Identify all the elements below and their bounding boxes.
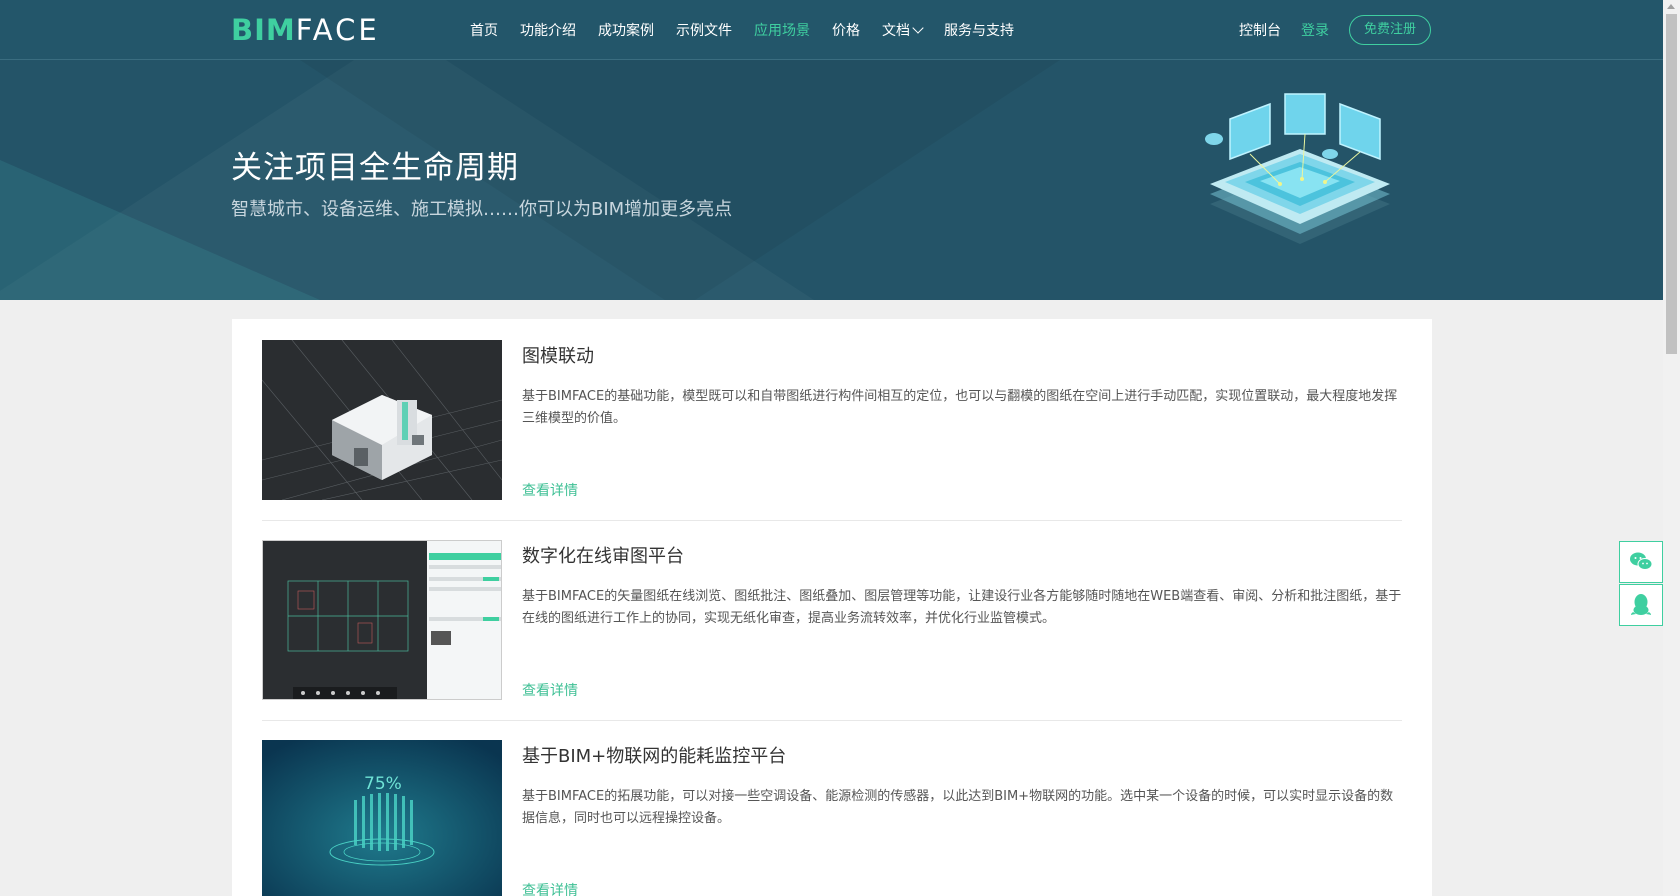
- top-navbar: BIM FACE 首页 功能介绍 成功案例 示例文件 应用场景 价格 文档 服务与…: [0, 0, 1663, 60]
- drawing-review-image: [263, 541, 501, 699]
- scenario-thumbnail[interactable]: [262, 540, 502, 700]
- wechat-button[interactable]: [1619, 541, 1663, 583]
- nav-item-samples[interactable]: 示例文件: [676, 20, 732, 40]
- scenario-description: 基于BIMFACE的拓展功能，可以对接一些空调设备、能源检测的传感器，以此达到B…: [522, 789, 1394, 826]
- scenario-thumbnail[interactable]: [262, 340, 502, 500]
- scenario-title[interactable]: 基于BIM+物联网的能耗监控平台: [522, 742, 786, 768]
- logo-face-text: FACE: [295, 13, 380, 47]
- hero-subtitle: 智慧城市、设备运维、施工模拟……你可以为BIM增加更多亮点: [231, 199, 733, 220]
- list-item: 75% 基于BIM+物联网的能耗监控平台 基于BIMFACE的拓展功能，可以对接…: [262, 740, 1402, 896]
- energy-percentage-label: 75%: [364, 774, 402, 794]
- main-nav: 首页 功能介绍 成功案例 示例文件 应用场景 价格 文档 服务与支持: [470, 0, 1036, 60]
- scroll-up-arrow-icon[interactable]: [1667, 4, 1675, 9]
- qq-button[interactable]: [1619, 584, 1663, 626]
- nav-item-cases[interactable]: 成功案例: [598, 20, 654, 40]
- scenario-description: 基于BIMFACE的矢量图纸在线浏览、图纸批注、图纸叠加、图层管理等功能，让建设…: [522, 589, 1402, 626]
- nav-item-scenarios[interactable]: 应用场景: [754, 20, 810, 40]
- chevron-down-icon: [912, 22, 924, 34]
- building-model-image: [262, 340, 502, 500]
- view-details-link[interactable]: 查看详情: [522, 480, 578, 500]
- nav-item-features[interactable]: 功能介绍: [520, 20, 576, 40]
- wechat-icon: [1630, 552, 1653, 570]
- nav-item-home[interactable]: 首页: [470, 20, 498, 40]
- energy-monitor-image: [262, 740, 502, 896]
- cloud-platform-illustration: [1205, 93, 1390, 244]
- view-details-link[interactable]: 查看详情: [522, 880, 578, 896]
- register-button[interactable]: 免费注册: [1348, 15, 1431, 45]
- hero-title: 关注项目全生命周期: [231, 150, 519, 186]
- scenario-list: 图模联动 基于BIMFACE的基础功能，模型既可以和自带图纸进行构件间相互的定位…: [232, 319, 1432, 896]
- list-item: 图模联动 基于BIMFACE的基础功能，模型既可以和自带图纸进行构件间相互的定位…: [262, 340, 1402, 540]
- scenario-title[interactable]: 数字化在线审图平台: [522, 542, 684, 568]
- list-item: 数字化在线审图平台 基于BIMFACE的矢量图纸在线浏览、图纸批注、图纸叠加、图…: [262, 540, 1402, 740]
- nav-item-support[interactable]: 服务与支持: [944, 20, 1014, 40]
- hero-banner: 关注项目全生命周期 智慧城市、设备运维、施工模拟……你可以为BIM增加更多亮点: [0, 60, 1663, 300]
- view-details-link[interactable]: 查看详情: [522, 680, 578, 700]
- console-link[interactable]: 控制台: [1239, 20, 1281, 40]
- logo-bim-text: BIM: [231, 13, 296, 47]
- divider: [262, 520, 1402, 521]
- qq-icon: [1631, 594, 1651, 615]
- scenario-title[interactable]: 图模联动: [522, 342, 594, 368]
- login-link[interactable]: 登录: [1301, 20, 1329, 40]
- scrollbar-thumb[interactable]: [1666, 14, 1677, 354]
- divider: [262, 720, 1402, 721]
- account-nav: 控制台 登录 免费注册: [1239, 0, 1431, 60]
- nav-item-docs-label: 文档: [882, 23, 910, 39]
- nav-item-docs[interactable]: 文档: [882, 20, 924, 40]
- scenario-thumbnail[interactable]: 75%: [262, 740, 502, 896]
- scenario-description: 基于BIMFACE的基础功能，模型既可以和自带图纸进行构件间相互的定位，也可以与…: [522, 389, 1398, 426]
- nav-item-pricing[interactable]: 价格: [832, 20, 860, 40]
- bimface-logo[interactable]: BIM FACE: [231, 13, 380, 47]
